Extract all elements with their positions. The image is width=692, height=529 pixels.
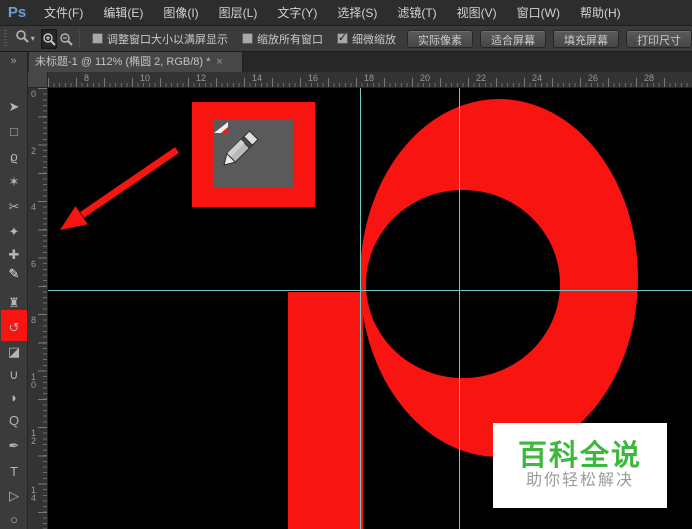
options-bar-button[interactable]: 打印尺寸: [626, 29, 692, 48]
checkbox-icon[interactable]: [242, 33, 253, 44]
ruler-number: 10: [31, 372, 37, 390]
eyedropper-tool[interactable]: ✦: [0, 223, 28, 243]
p-stem-shape: [288, 292, 363, 529]
crop-tool[interactable]: ✂: [0, 198, 28, 218]
menu-help[interactable]: 帮助(H): [570, 0, 631, 26]
zoom-tool-preset[interactable]: ▾: [9, 29, 41, 48]
pencil-callout-inner: [213, 120, 294, 188]
options-bar-button[interactable]: 实际像素: [407, 29, 473, 48]
ruler-number: 12: [31, 428, 37, 446]
ruler-number: 8: [31, 315, 37, 325]
dodge-tool[interactable]: Q: [0, 412, 28, 432]
zoom-out-button[interactable]: [57, 29, 74, 49]
ruler-number: 12: [196, 73, 207, 83]
ruler-number: 8: [84, 73, 90, 83]
ruler-corner[interactable]: [28, 72, 48, 88]
shape-tool[interactable]: ○: [0, 511, 28, 529]
paint-bucket-tool[interactable]: ∪: [0, 366, 28, 386]
options-bar-button[interactable]: 适合屏幕: [480, 29, 546, 48]
options-bar-button[interactable]: 填充屏幕: [553, 29, 619, 48]
ruler-number: 6: [31, 259, 37, 269]
marquee-tool[interactable]: □: [0, 123, 28, 143]
ruler-number: 14: [252, 73, 263, 83]
pen-tool[interactable]: ✒: [0, 437, 28, 457]
close-icon[interactable]: ×: [216, 52, 222, 72]
watermark-title: 百科全说: [517, 440, 642, 472]
menu-window[interactable]: 窗口(W): [507, 0, 570, 26]
checkbox-label: 缩放所有窗口: [257, 33, 323, 46]
menu-bar: Ps 文件(F) 编辑(E) 图像(I) 图层(L) 文字(Y) 选择(S) 滤…: [0, 0, 692, 26]
chevron-down-icon: ▾: [30, 34, 35, 43]
menu-layer[interactable]: 图层(L): [209, 0, 268, 26]
watermark-badge: 百科全说 助你轻松解决: [493, 423, 667, 508]
ruler-ticks: [38, 88, 47, 529]
photoshop-window: Ps 文件(F) 编辑(E) 图像(I) 图层(L) 文字(Y) 选择(S) 滤…: [0, 0, 692, 529]
options-checkboxes: 调整窗口大小以满屏显示 缩放所有窗口 细微缩放: [85, 31, 403, 47]
document-tab[interactable]: 未标题-1 @ 112% (椭圆 2, RGB/8) * ×: [29, 52, 243, 72]
p-bowl-hole: [366, 190, 560, 378]
options-bar: ▾ 调整窗口大小以满屏显示 缩放所有窗口 ✓ 细微缩放 实际像素 适合屏幕 填充…: [0, 26, 692, 52]
magic-wand-tool[interactable]: ✶: [0, 173, 28, 193]
eraser-tool[interactable]: ◪: [0, 343, 28, 363]
options-grip: [2, 29, 9, 48]
healing-brush-tool[interactable]: ✚: [0, 246, 28, 266]
checkbox-icon[interactable]: [92, 33, 103, 44]
pencil-callout-box: [192, 102, 315, 207]
menu-view[interactable]: 视图(V): [447, 0, 507, 26]
ruler-number: 0: [31, 89, 37, 99]
blur-tool[interactable]: ◗: [0, 389, 28, 409]
lasso-tool[interactable]: ϱ: [0, 148, 28, 168]
ruler-number: 24: [532, 73, 543, 83]
ruler-number: 10: [140, 73, 151, 83]
tab-bar: » 未标题-1 @ 112% (椭圆 2, RGB/8) * ×: [0, 52, 692, 72]
history-brush-tool[interactable]: ↺: [0, 319, 28, 339]
type-tool[interactable]: T: [0, 463, 28, 483]
checkbox-icon[interactable]: [337, 31, 348, 44]
checkbox-label: 细微缩放: [352, 33, 396, 46]
document-tab-title: 未标题-1 @ 112% (椭圆 2, RGB/8) *: [35, 56, 211, 68]
watermark-subtitle: 助你轻松解决: [525, 472, 634, 489]
document-canvas[interactable]: 百科全说 助你轻松解决: [48, 88, 692, 529]
menu-filter[interactable]: 滤镜(T): [387, 0, 446, 26]
ruler-number: 28: [644, 73, 655, 83]
horizontal-ruler[interactable]: 8 10 12 14 16 18 20 22 24 26 28: [48, 72, 692, 88]
ruler-number: 18: [364, 73, 375, 83]
option-checkbox-item[interactable]: 调整窗口大小以满屏显示: [92, 31, 228, 47]
option-checkbox-item[interactable]: 缩放所有窗口: [242, 31, 323, 47]
ruler-number: 16: [308, 73, 319, 83]
menu-file[interactable]: 文件(F): [34, 0, 93, 26]
ruler-number: 4: [31, 202, 37, 212]
ruler-number: 22: [476, 73, 487, 83]
path-select-tool[interactable]: ▷: [0, 487, 28, 507]
ps-logo: Ps: [7, 4, 27, 21]
ruler-number: 2: [31, 146, 37, 156]
zoom-in-button[interactable]: [40, 28, 58, 49]
menu-edit[interactable]: 编辑(E): [93, 0, 153, 26]
separator: [79, 29, 80, 48]
ruler-number: 20: [420, 73, 431, 83]
annotation-arrow-shaft: [80, 147, 179, 218]
vertical-ruler[interactable]: 0 2 4 6 8 10 12 14: [28, 88, 48, 529]
clone-stamp-tool[interactable]: ♜: [0, 294, 28, 314]
tools-panel: ➤ □ ϱ ✶ ✂ ✦ ✚ ✎ ♜ ↺ ◪ ∪ ◗ Q ✒ T ▷ ○: [0, 72, 28, 529]
panel-collapse-icon[interactable]: »: [0, 52, 28, 72]
option-checkbox-item[interactable]: 细微缩放: [337, 31, 396, 47]
options-buttons: 实际像素 适合屏幕 填充屏幕 打印尺寸: [407, 29, 692, 48]
magnifier-icon: [15, 29, 29, 48]
move-tool[interactable]: ➤: [0, 98, 28, 118]
checkbox-label: 调整窗口大小以满屏显示: [107, 33, 228, 46]
ruler-number: 14: [31, 485, 37, 503]
menu-image[interactable]: 图像(I): [153, 0, 208, 26]
hidden-tools-triangle-icon: [214, 122, 228, 133]
menu-select[interactable]: 选择(S): [327, 0, 387, 26]
ruler-number: 26: [588, 73, 599, 83]
menu-type[interactable]: 文字(Y): [267, 0, 327, 26]
pencil-tool[interactable]: ✎: [0, 265, 28, 285]
